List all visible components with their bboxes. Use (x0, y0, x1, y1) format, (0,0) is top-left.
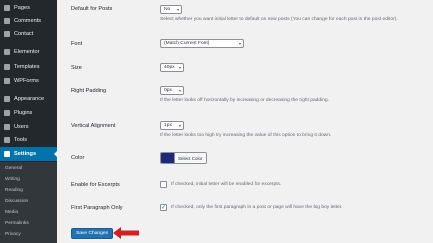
sidebar-item-comments[interactable]: Comments (0, 15, 57, 27)
default-for-posts-value: No (164, 7, 171, 12)
submenu-item-media[interactable]: Media (5, 210, 18, 215)
vertical-alignment-value: 1px (164, 123, 172, 128)
sidebar-item-label: WPForms (14, 78, 39, 84)
settings-submenu: General Writing Reading Discussion Media… (0, 162, 57, 243)
submenu-item-reading[interactable]: Reading (5, 188, 23, 193)
first-paragraph-only-label: First Paragraph Only (71, 205, 123, 211)
sidebar-item-wpforms[interactable]: WPForms (0, 75, 57, 87)
right-padding-value: 0px (164, 88, 172, 93)
chevron-down-icon (239, 43, 241, 45)
chevron-down-icon (177, 9, 179, 11)
sidebar-item-label: Appearance (14, 96, 45, 102)
vertical-alignment-description: If the letter looks too high try increas… (160, 133, 332, 138)
font-select[interactable]: (Match Current Font) (160, 39, 244, 48)
sidebar-item-elementor[interactable]: Elementor (0, 46, 57, 58)
default-for-posts-label: Default for Posts (71, 6, 113, 12)
plugins-icon (4, 110, 10, 116)
templates-icon (4, 64, 10, 70)
submenu-item-permalinks[interactable]: Permalinks (5, 221, 29, 226)
default-for-posts-select[interactable]: No (160, 5, 182, 14)
vertical-alignment-select[interactable]: 1px (160, 121, 184, 130)
sidebar-item-label: Comments (14, 18, 42, 24)
right-padding-select[interactable]: 0px (160, 86, 184, 95)
submenu-item-privacy[interactable]: Privacy (5, 232, 21, 237)
chevron-down-icon (179, 67, 181, 69)
size-label: Size (71, 65, 82, 71)
enable-for-excerpts-label: Enable for Excerpts (71, 182, 120, 188)
sidebar-item-label: Pages (14, 5, 30, 11)
right-padding-description: If the letter looks off horizontally by … (160, 98, 330, 103)
sidebar-item-label: Templates (14, 64, 40, 70)
sidebar-item-users[interactable]: Users (0, 121, 57, 133)
settings-icon (4, 151, 10, 157)
first-paragraph-only-description: If checked, only the first paragraph in … (171, 205, 343, 210)
submenu-item-general[interactable]: General (5, 166, 22, 171)
tools-icon (4, 137, 10, 143)
sidebar-item-contact[interactable]: Contact (0, 28, 57, 40)
sidebar-item-label: Settings (14, 151, 37, 157)
users-icon (4, 124, 10, 130)
first-paragraph-only-checkbox[interactable]: ✓ (160, 204, 167, 211)
vertical-alignment-label: Vertical Alignment (71, 123, 116, 129)
sidebar-item-label: Plugins (14, 110, 33, 116)
pages-icon (4, 5, 10, 11)
right-padding-label: Right Padding (71, 88, 107, 94)
font-value: (Match Current Font) (164, 41, 210, 46)
sidebar-item-plugins[interactable]: Plugins (0, 107, 57, 119)
size-select[interactable]: 40px (160, 63, 184, 72)
sidebar-item-label: Tools (14, 137, 28, 143)
color-swatch (161, 153, 174, 163)
sidebar-item-label: Contact (14, 31, 34, 37)
sidebar-item-appearance[interactable]: Appearance (0, 93, 57, 105)
contact-icon (4, 31, 10, 37)
submenu-item-discussion[interactable]: Discussion (5, 199, 28, 204)
default-for-posts-description: Select whether you want initial letter t… (160, 17, 398, 22)
red-arrow-annotation-icon (113, 227, 139, 239)
checkmark-icon: ✓ (160, 204, 167, 211)
enable-for-excerpts-description: If checked, initial letter will be enabl… (171, 182, 282, 187)
save-changes-button[interactable]: Save Changes (71, 228, 113, 239)
sidebar-item-label: Elementor (14, 49, 40, 55)
chevron-down-icon (179, 90, 181, 92)
comments-icon (4, 18, 10, 24)
sidebar-item-label: Users (14, 124, 29, 130)
color-label: Color (71, 155, 85, 161)
submenu-item-writing[interactable]: Writing (5, 177, 20, 182)
sidebar-item-settings[interactable]: Settings (0, 147, 57, 161)
enable-for-excerpts-checkbox[interactable] (160, 181, 167, 188)
sidebar-item-templates[interactable]: Templates (0, 61, 57, 73)
wpforms-icon (4, 78, 10, 84)
select-color-label: Select Color (174, 153, 206, 163)
chevron-down-icon (179, 125, 181, 127)
settings-form: Default for Posts No Select whether you … (57, 0, 433, 243)
sidebar-item-tools[interactable]: Tools (0, 134, 57, 146)
font-label: Font (71, 41, 83, 47)
size-value: 40px (164, 65, 175, 70)
color-picker-button[interactable]: Select Color (160, 152, 207, 164)
elementor-icon (4, 49, 10, 55)
sidebar-item-pages[interactable]: Pages (0, 2, 57, 14)
admin-sidebar: Pages Comments Contact Elementor Templat… (0, 0, 57, 243)
appearance-icon (4, 96, 10, 102)
